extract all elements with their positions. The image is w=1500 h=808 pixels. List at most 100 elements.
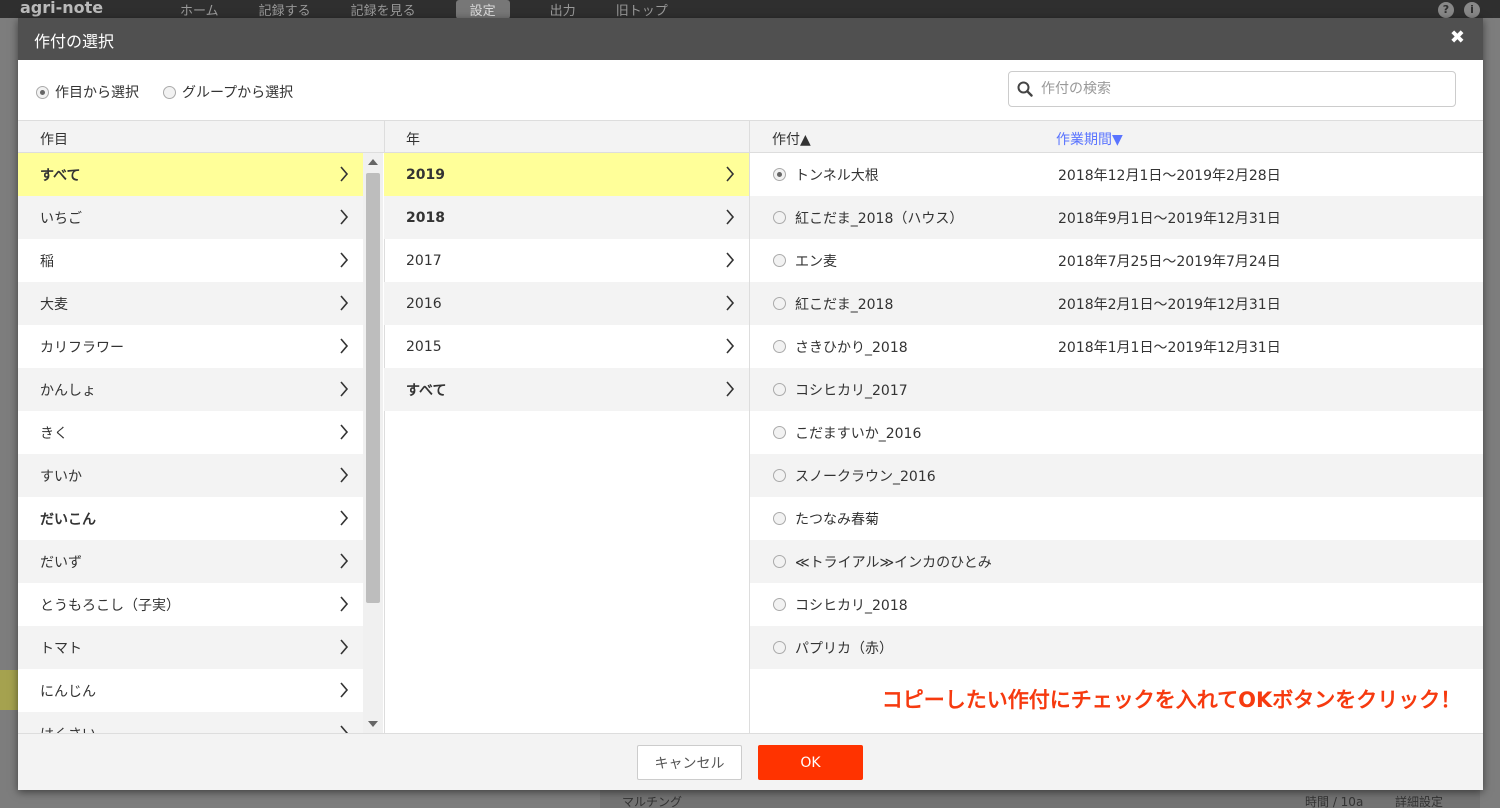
plan-row[interactable]: こだますいか_2016 — [750, 411, 1483, 454]
plan-radio[interactable] — [773, 598, 786, 611]
cancel-button[interactable]: キャンセル — [637, 745, 742, 780]
plan-column-header: 作付▲ 作業期間▼ — [750, 120, 1483, 153]
crop-row[interactable]: カリフラワー — [18, 325, 363, 368]
plan-sort-header[interactable]: 作付▲ — [772, 129, 811, 149]
crop-row[interactable]: とうもろこし（子実） — [18, 583, 363, 626]
app-bottom-row: マルチング 時間 / 10a 詳細設定 — [600, 790, 1480, 808]
plan-row[interactable]: たつなみ春菊 — [750, 497, 1483, 540]
plan-row[interactable]: さきひかり_2018 2018年1月1日〜2019年12月31日 — [750, 325, 1483, 368]
chevron-right-icon — [725, 166, 735, 186]
nav-old-top[interactable]: 旧トップ — [616, 0, 668, 18]
chevron-right-icon — [339, 166, 349, 186]
plan-radio[interactable] — [773, 211, 786, 224]
plan-radio[interactable] — [773, 641, 786, 654]
chevron-right-icon — [339, 252, 349, 272]
crop-row-label: 稲 — [40, 253, 54, 270]
help-icon[interactable]: ? — [1438, 2, 1454, 18]
plan-radio[interactable] — [773, 297, 786, 310]
nav-output[interactable]: 出力 — [550, 0, 576, 18]
crop-row[interactable]: 稲 — [18, 239, 363, 282]
crop-list-scrollbar[interactable] — [363, 153, 383, 733]
plan-radio[interactable] — [773, 555, 786, 568]
plan-radio[interactable] — [773, 168, 786, 181]
app-logo: agri-note — [20, 0, 104, 17]
info-icon[interactable]: i — [1464, 2, 1480, 18]
chevron-right-icon — [339, 682, 349, 702]
chevron-right-icon — [339, 596, 349, 616]
crop-row[interactable]: 大麦 — [18, 282, 363, 325]
plan-row[interactable]: 紅こだま_2018 2018年2月1日〜2019年12月31日 — [750, 282, 1483, 325]
year-row[interactable]: 2017 — [384, 239, 749, 282]
scroll-up-icon[interactable] — [368, 159, 378, 165]
chevron-right-icon — [339, 381, 349, 401]
crop-row-label: だいず — [40, 554, 82, 571]
year-row[interactable]: すべて — [384, 368, 749, 411]
crop-row[interactable]: すいか — [18, 454, 363, 497]
plan-period: 2018年2月1日〜2019年12月31日 — [1058, 296, 1281, 313]
plan-name: コシヒカリ_2017 — [795, 382, 908, 399]
plan-row[interactable]: 紅こだま_2018（ハウス） 2018年9月1日〜2019年12月31日 — [750, 196, 1483, 239]
app-topbar: agri-note ホーム 記録する 記録を見る 設定 出力 旧トップ ? i — [0, 0, 1500, 18]
plan-row[interactable]: トンネル大根 2018年12月1日〜2019年2月28日 — [750, 153, 1483, 196]
crop-row-label: 大麦 — [40, 296, 68, 313]
nav-home[interactable]: ホーム — [180, 0, 219, 18]
bottom-row-unit: 時間 / 10a — [1305, 795, 1364, 808]
crop-row[interactable]: かんしょ — [18, 368, 363, 411]
year-row[interactable]: 2015 — [384, 325, 749, 368]
plan-name: たつなみ春菊 — [795, 511, 879, 528]
app-nav: ホーム 記録する 記録を見る 設定 出力 旧トップ — [180, 0, 668, 18]
plan-radio[interactable] — [773, 254, 786, 267]
plan-row[interactable]: スノークラウン_2016 — [750, 454, 1483, 497]
crop-row[interactable]: いちご — [18, 196, 363, 239]
plan-row[interactable]: ≪トライアル≫インカのひとみ — [750, 540, 1483, 583]
plan-row[interactable]: パプリカ（赤） — [750, 626, 1483, 669]
chevron-right-icon — [339, 639, 349, 659]
nav-record[interactable]: 記録する — [259, 0, 311, 18]
plan-name: エン麦 — [795, 253, 837, 270]
plan-radio[interactable] — [773, 469, 786, 482]
mode-by-group-option[interactable]: グループから選択 — [163, 82, 293, 102]
scroll-down-icon[interactable] — [368, 721, 378, 727]
plan-radio[interactable] — [773, 340, 786, 353]
crop-list: すべて いちご 稲 大麦 カリフラワー かんしょ きく すいか だいこん だいず… — [18, 153, 363, 733]
crop-row[interactable]: トマト — [18, 626, 363, 669]
crop-row[interactable]: だいず — [18, 540, 363, 583]
chevron-right-icon — [725, 338, 735, 358]
crop-row[interactable]: にんじん — [18, 669, 363, 712]
plan-radio[interactable] — [773, 512, 786, 525]
plan-row[interactable]: コシヒカリ_2017 — [750, 368, 1483, 411]
period-sort-header[interactable]: 作業期間▼ — [1056, 129, 1123, 149]
crop-column-header: 作目 — [18, 120, 384, 153]
crop-row[interactable]: だいこん — [18, 497, 363, 540]
crop-row[interactable]: すべて — [18, 153, 363, 196]
plan-row[interactable]: エン麦 2018年7月25日〜2019年7月24日 — [750, 239, 1483, 282]
plan-period: 2018年12月1日〜2019年2月28日 — [1058, 167, 1281, 184]
close-icon[interactable]: ✖ — [1450, 27, 1465, 48]
app-topbar-icons: ? i — [1438, 2, 1480, 18]
chevron-right-icon — [339, 553, 349, 573]
plan-radio[interactable] — [773, 383, 786, 396]
mode-bar: 作目から選択 グループから選択 — [18, 60, 1483, 120]
year-row[interactable]: 2016 — [384, 282, 749, 325]
plan-radio[interactable] — [773, 426, 786, 439]
mode-by-crop-radio[interactable] — [36, 85, 49, 99]
chevron-right-icon — [339, 725, 349, 733]
search-input[interactable] — [1041, 81, 1441, 97]
year-row[interactable]: 2018 — [384, 196, 749, 239]
mode-by-crop-option[interactable]: 作目から選択 — [36, 82, 139, 102]
bottom-row-link[interactable]: 詳細設定 — [1395, 793, 1443, 808]
nav-settings[interactable]: 設定 — [455, 0, 510, 18]
chevron-right-icon — [725, 252, 735, 272]
nav-view-records[interactable]: 記録を見る — [351, 0, 416, 18]
chevron-right-icon — [339, 295, 349, 315]
mode-by-group-radio[interactable] — [163, 85, 176, 99]
plan-row[interactable]: コシヒカリ_2018 — [750, 583, 1483, 626]
plan-period: 2018年7月25日〜2019年7月24日 — [1058, 253, 1281, 270]
year-row[interactable]: 2019 — [384, 153, 749, 196]
crop-row[interactable]: きく — [18, 411, 363, 454]
modal-footer: キャンセル OK — [18, 733, 1483, 790]
scrollbar-thumb[interactable] — [366, 173, 380, 603]
chevron-right-icon — [339, 338, 349, 358]
crop-row[interactable]: はくさい — [18, 712, 363, 733]
ok-button[interactable]: OK — [758, 745, 863, 780]
